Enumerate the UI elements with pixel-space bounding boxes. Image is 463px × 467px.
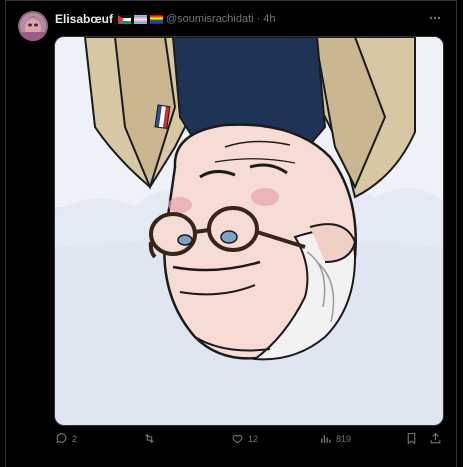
- post-time[interactable]: 4h: [263, 13, 275, 25]
- bookmark-button[interactable]: [405, 432, 418, 445]
- like-count: 12: [248, 433, 259, 444]
- palestine-flag-icon: [118, 14, 132, 24]
- share-icon: [430, 432, 441, 444]
- tweet-image[interactable]: [54, 36, 444, 426]
- transgender-flag-icon: [134, 14, 148, 24]
- reply-icon: [56, 433, 67, 444]
- avatar[interactable]: [18, 11, 48, 41]
- tweet-header: Elisabœuf @soumisrachidati · 4h: [55, 11, 276, 27]
- reply-button[interactable]: 2: [55, 432, 77, 445]
- like-button[interactable]: 12: [231, 432, 258, 445]
- reply-count: 2: [72, 433, 78, 444]
- user-handle[interactable]: @soumisrachidati: [166, 13, 254, 25]
- retweet-icon: [145, 433, 154, 444]
- display-name[interactable]: Elisabœuf: [55, 12, 113, 26]
- retweet-button[interactable]: [143, 432, 160, 445]
- action-bar: 2 12 819: [0, 428, 463, 452]
- share-button[interactable]: [429, 432, 442, 445]
- cartoon-portrait-image: [55, 37, 443, 425]
- views-button[interactable]: 819: [319, 432, 351, 445]
- views-chart-icon: [321, 435, 331, 443]
- separator-dot: ·: [256, 13, 261, 25]
- rainbow-flag-icon: [150, 14, 164, 24]
- view-count: 819: [336, 433, 352, 444]
- more-options-icon[interactable]: [428, 11, 442, 25]
- heart-icon: [232, 434, 243, 444]
- tweet[interactable]: Elisabœuf @soumisrachidati · 4h 2 12 819: [0, 0, 463, 467]
- bookmark-icon: [407, 433, 416, 445]
- french-flag-pin: [154, 104, 171, 130]
